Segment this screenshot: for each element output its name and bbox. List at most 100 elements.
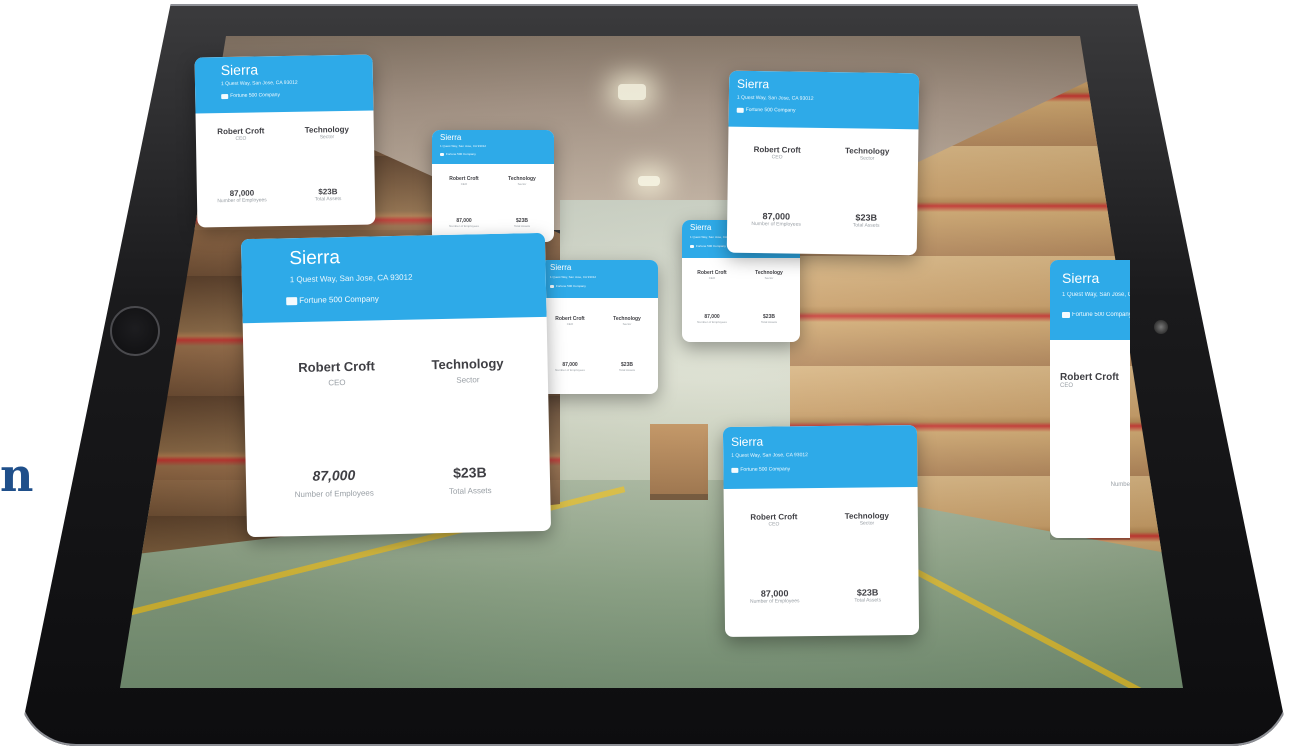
- person-role: CEO: [708, 276, 716, 280]
- folder-icon: [736, 107, 744, 113]
- assets-label: Total Assets: [314, 196, 342, 203]
- company-name: Sierra: [440, 133, 462, 142]
- sector-stat: Technology Sector: [407, 355, 528, 386]
- employees-value: 87,000: [312, 466, 356, 484]
- sector-label: Sector: [622, 322, 632, 326]
- sector-label: Sector: [319, 134, 335, 141]
- assets-stat: $23B Total Assets: [742, 314, 796, 324]
- employees-stat: 87,000 Number of Employees: [203, 188, 281, 205]
- company-card[interactable]: Sierra 1 Quest Way, San Jose, CA 93012 F…: [540, 260, 658, 394]
- card-header: Sierra 1 Quest Way, San Jose, CA 93012 F…: [240, 232, 547, 324]
- person-role: CEO: [328, 378, 346, 388]
- badge-label: Fortune 500 Company: [696, 244, 726, 248]
- sector-stat: Technology Sector: [822, 511, 912, 527]
- assets-label: Total Assets: [618, 368, 635, 372]
- company-name: Sierra: [1062, 270, 1100, 286]
- assets-value: $23B: [452, 464, 487, 481]
- badge-label: Fortune 500 Company: [745, 106, 796, 114]
- person-role: CEO: [460, 182, 468, 186]
- folder-icon: [440, 152, 444, 156]
- person-role: CEO: [235, 135, 247, 142]
- employees-label: Number of Employees: [555, 368, 585, 372]
- person-stat: Robert Croft CEO: [542, 316, 598, 326]
- folder-icon: [690, 244, 694, 248]
- company-name: Sierra: [550, 263, 572, 272]
- sector-label: Sector: [517, 182, 527, 186]
- home-button[interactable]: [110, 306, 160, 356]
- person-stat: Robert Croft CEO: [202, 126, 280, 142]
- person-stat: Robert Croft CEO: [684, 270, 740, 280]
- employees-stat: 87,000 Number of Employees: [729, 588, 821, 605]
- sector-stat: Technology Sector: [742, 270, 796, 280]
- partial-heading-letter: n: [0, 448, 34, 502]
- company-badge: Fortune 500 Company: [736, 106, 796, 114]
- sector-stat: Technology Sector: [292, 125, 362, 141]
- assets-label: Total Assets: [448, 486, 492, 496]
- card-clip: Sierra 1 Quest Way, San Jose, CA 93012 F…: [1050, 260, 1130, 540]
- assets-stat: $23B Total Assets: [823, 587, 913, 604]
- person-stat: Robert Croft CEO: [436, 176, 492, 186]
- folder-icon: [286, 296, 298, 305]
- folder-icon: [221, 93, 229, 99]
- company-card[interactable]: Sierra 1 Quest Way, San Jose, CA 93012 F…: [722, 424, 920, 638]
- company-badge: Fortune 500 Company: [690, 244, 726, 248]
- assets-stat: $23B Total Assets: [410, 463, 531, 497]
- company-card[interactable]: Sierra 1 Quest Way, San Jose, CA 93012 F…: [1050, 260, 1130, 538]
- company-address: 1 Quest Way, San Jose, CA 93012: [1062, 292, 1130, 298]
- employees-stat: 87,000 Number of Employees: [542, 362, 598, 372]
- card-header: Sierra 1 Quest Way, San Jose, CA 93012 F…: [194, 54, 374, 114]
- company-badge: Fortune 500 Company: [550, 284, 586, 288]
- assets-label: Total Assets: [760, 320, 777, 324]
- company-address: 1 Quest Way, San Jose, CA 93012: [736, 94, 814, 102]
- company-name: Sierra: [730, 434, 764, 449]
- employees-label: Number of Employees: [749, 598, 800, 605]
- badge-label: Fortune 500 Company: [740, 466, 791, 473]
- badge-label: Fortune 500 Company: [1072, 312, 1130, 318]
- assets-stat: $23B Total Assets: [600, 362, 654, 372]
- sector-stat: Technology Sector: [600, 316, 654, 326]
- assets-stat: $23B Total Assets: [823, 212, 909, 229]
- camera-icon: [1154, 320, 1168, 334]
- person-name: Robert Croft: [298, 358, 376, 376]
- folder-icon: [731, 467, 739, 473]
- company-badge: Fortune 500 Company: [221, 92, 280, 99]
- card-header: Sierra 1 Quest Way, San Jose, CA 93012 F…: [540, 260, 658, 298]
- company-card[interactable]: Sierra 1 Quest Way, San Jose, CA 93012 F…: [432, 130, 554, 242]
- card-header: Sierra 1 Quest Way, San Jose, CA 93012 F…: [722, 424, 918, 490]
- company-card[interactable]: Sierra 1 Quest Way, San Jose, CA 93012 F…: [194, 54, 376, 228]
- employees-stat: 87,000 Number of Employees: [436, 218, 492, 228]
- folder-icon: [550, 284, 554, 288]
- card-header: Sierra 1 Quest Way, San Jose, CA 93012 F…: [1050, 260, 1130, 340]
- badge-label: Fortune 500 Company: [230, 92, 281, 99]
- employees-stat: 87,000 Number of Employees: [684, 314, 740, 324]
- company-badge: Fortune 500 Company: [286, 294, 379, 305]
- person-role: CEO: [771, 154, 783, 161]
- company-name: Sierra: [736, 76, 770, 92]
- assets-stat: $23B Total Assets: [496, 218, 548, 228]
- sector-value: Technology: [431, 355, 504, 373]
- employees-label: Number of Employees: [751, 221, 801, 228]
- assets-label: Total Assets: [854, 597, 882, 604]
- employees-label: Number of Employees: [294, 488, 374, 500]
- company-card[interactable]: Sierra 1 Quest Way, San Jose, CA 93012 F…: [726, 70, 920, 256]
- card-header: Sierra 1 Quest Way, San Jose, CA 93012 F…: [432, 130, 554, 164]
- person-stat: Robert Croft CEO: [1060, 372, 1130, 389]
- employees-label: Number of Employees: [697, 320, 727, 324]
- badge-label: Fortune 500 Company: [556, 284, 586, 288]
- person-role: CEO: [768, 521, 780, 528]
- sector-label: Sector: [859, 520, 875, 527]
- company-badge: Fortune 500 Company: [1062, 312, 1130, 318]
- person-role: CEO: [1060, 383, 1074, 389]
- company-address: 1 Quest Way, San Jose, CA 93012: [289, 272, 413, 285]
- company-address: 1 Quest Way, San Jose, CA 93012: [440, 144, 487, 148]
- assets-label: Total Assets: [852, 222, 880, 229]
- sector-stat: Technology Sector: [824, 146, 910, 162]
- employees-label: Number of Employees: [449, 224, 479, 228]
- person-stat: Robert Croft CEO: [271, 358, 402, 389]
- company-badge: Fortune 500 Company: [731, 466, 790, 473]
- card-header: Sierra 1 Quest Way, San Jose, CA 93012 F…: [728, 70, 920, 130]
- sector-stat: Technology Sector: [496, 176, 548, 186]
- person-stat: Robert Croft CEO: [732, 145, 822, 161]
- company-card[interactable]: Sierra 1 Quest Way, San Jose, CA 93012 F…: [240, 232, 552, 538]
- person-name: Robert Croft: [1060, 372, 1119, 383]
